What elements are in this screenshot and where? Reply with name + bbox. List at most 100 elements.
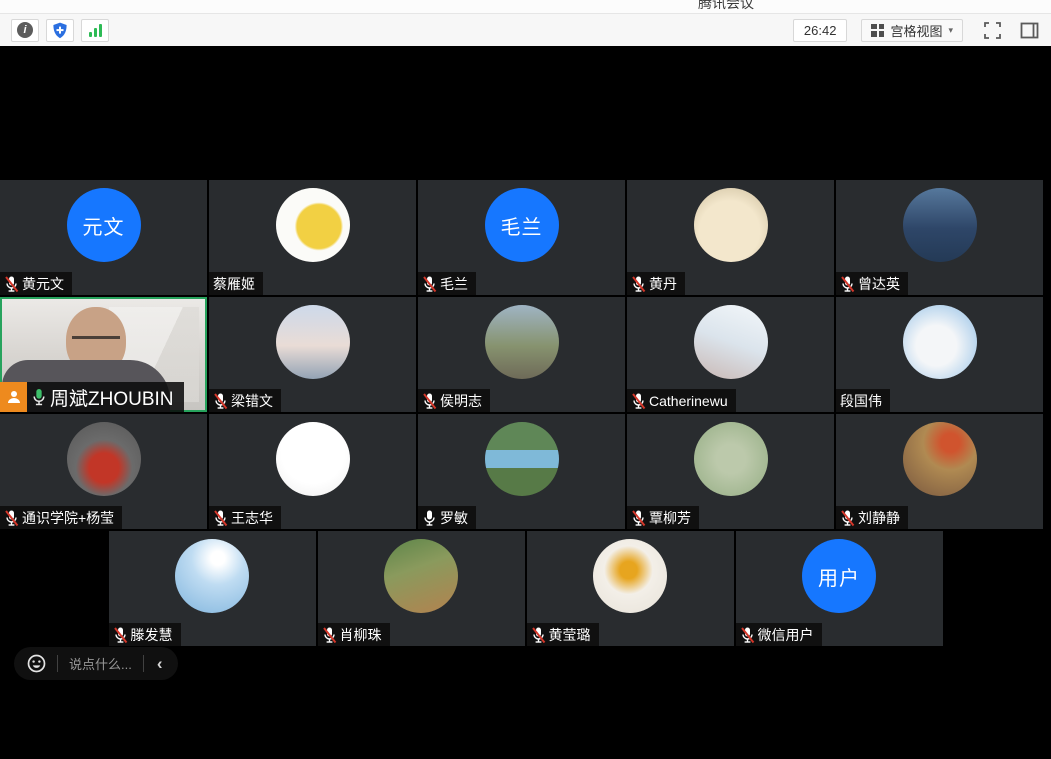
sunny-sky-avatar [175,539,249,613]
participant-name: 梁错文 [231,391,273,411]
participant-tile[interactable]: 周斌ZHOUBIN [0,297,207,412]
meeting-toolbar: i 26:42 宫格视图 ▾ [0,14,1051,46]
label-main: 微信用户 [736,623,822,646]
mic-muted-icon [840,275,855,293]
participant-tile[interactable]: 黄丹 [627,180,834,295]
smiley-icon [27,654,46,673]
mic-muted-icon [213,509,228,527]
participant-tile[interactable]: 元文 [0,180,207,295]
network-quality-button[interactable] [81,19,109,42]
flower-girl-cartoon-avatar [903,422,977,496]
fullscreen-button[interactable] [981,19,1003,41]
participant-name: 微信用户 [758,625,814,645]
label-main: 黄元文 [0,272,72,295]
participant-name: 黄元文 [22,274,64,294]
cartoon-boy-avatar [276,422,350,496]
horse-on-beach-avatar [276,305,350,379]
participant-tile[interactable]: Catherinewu [627,297,834,412]
window-titlebar: 腾讯会议 [0,0,1051,14]
participant-name: 覃柳芳 [649,508,691,528]
mic-muted-icon [631,275,646,293]
side-panel-button[interactable] [1018,19,1040,41]
pikachu-avatar [276,188,350,262]
participant-name: Catherinewu [649,393,728,409]
participant-label: 蔡雁姬 [209,272,263,295]
participant-name: 周斌ZHOUBIN [50,384,174,411]
participant-name: 侯明志 [440,391,482,411]
grid-row: 滕发慧 [0,531,1051,646]
view-mode-label: 宫格视图 [890,21,942,40]
grid-row: 周斌ZHOUBIN [0,297,1051,412]
participant-tile[interactable]: 侯明志 [418,297,625,412]
label-main: 黄莹璐 [527,623,599,646]
grid-layout-icon [871,24,884,37]
chat-input-placeholder[interactable]: 说点什么... [69,654,132,673]
label-main: 肖柳珠 [318,623,390,646]
mic-muted-icon [422,275,437,293]
participant-name: 王志华 [231,508,273,528]
chat-quick-bar: 说点什么... ‹ [14,647,178,680]
avatar-initials: 元文 [83,211,125,240]
participant-tile[interactable]: 黄莹璐 [527,531,734,646]
participant-name: 黄莹璐 [549,625,591,645]
participant-name: 曾达英 [858,274,900,294]
participant-tile[interactable]: 毛兰 [418,180,625,295]
participant-label: 黄莹璐 [527,623,599,646]
chat-divider [143,655,144,672]
participant-name: 罗敏 [440,508,468,528]
label-main: 侯明志 [418,389,490,412]
label-main: 滕发慧 [109,623,181,646]
participant-name: 黄丹 [649,274,677,294]
mic-on-icon [422,509,437,527]
label-main: 蔡雁姬 [209,272,263,295]
participant-tile[interactable]: 覃柳芳 [627,414,834,529]
info-icon: i [17,22,33,38]
label-main: 段国伟 [836,389,890,412]
participant-tile[interactable]: 王志华 [209,414,416,529]
girl-in-grass-avatar [694,422,768,496]
girl-photo-avatar [694,305,768,379]
participant-tile[interactable]: 用户 [736,531,943,646]
label-main: 黄丹 [627,272,685,295]
label-main: 罗敏 [418,506,476,529]
plants-and-cat-avatar [384,539,458,613]
grid-row: 元文 [0,180,1051,295]
participant-label: 刘静静 [836,506,908,529]
participant-label: Catherinewu [627,389,736,412]
signal-bars-icon [89,24,102,37]
participant-tile[interactable]: 梁错文 [209,297,416,412]
participant-tile[interactable]: 刘静静 [836,414,1043,529]
mic-muted-icon [213,392,228,410]
participant-tile[interactable]: 段国伟 [836,297,1043,412]
label-main: 毛兰 [418,272,476,295]
participant-tile[interactable]: 滕发慧 [109,531,316,646]
participant-label: 罗敏 [418,506,476,529]
mic-muted-icon [740,626,755,644]
participant-tile[interactable]: 通识学院+杨莹 [0,414,207,529]
initials-avatar: 毛兰 [485,188,559,262]
avatar-initials: 用户 [818,562,860,591]
mic-speaking-icon [31,387,47,407]
label-main: Catherinewu [627,389,736,412]
participant-label: 侯明志 [418,389,490,412]
view-mode-dropdown[interactable]: 宫格视图 ▾ [861,19,963,42]
hamster-avatar [694,188,768,262]
initials-avatar: 元文 [67,188,141,262]
participant-name: 蔡雁姬 [213,274,255,294]
participant-tile[interactable]: 蔡雁姬 [209,180,416,295]
collapse-chat-icon[interactable]: ‹ [155,655,165,672]
participant-label: 王志华 [209,506,281,529]
meeting-info-button[interactable]: i [11,19,39,42]
participant-tile[interactable]: 肖柳珠 [318,531,525,646]
participant-tile[interactable]: 曾达英 [836,180,1043,295]
security-button[interactable] [46,19,74,42]
emoji-button[interactable] [27,654,46,673]
participant-label: 滕发慧 [109,623,181,646]
mic-muted-icon [113,626,128,644]
fullscreen-corners-icon [983,21,1002,40]
participant-label: 毛兰 [418,272,476,295]
mic-muted-icon [840,509,855,527]
avatar-initials: 毛兰 [501,211,543,240]
meeting-timer: 26:42 [793,19,848,42]
participant-tile[interactable]: 罗敏 [418,414,625,529]
